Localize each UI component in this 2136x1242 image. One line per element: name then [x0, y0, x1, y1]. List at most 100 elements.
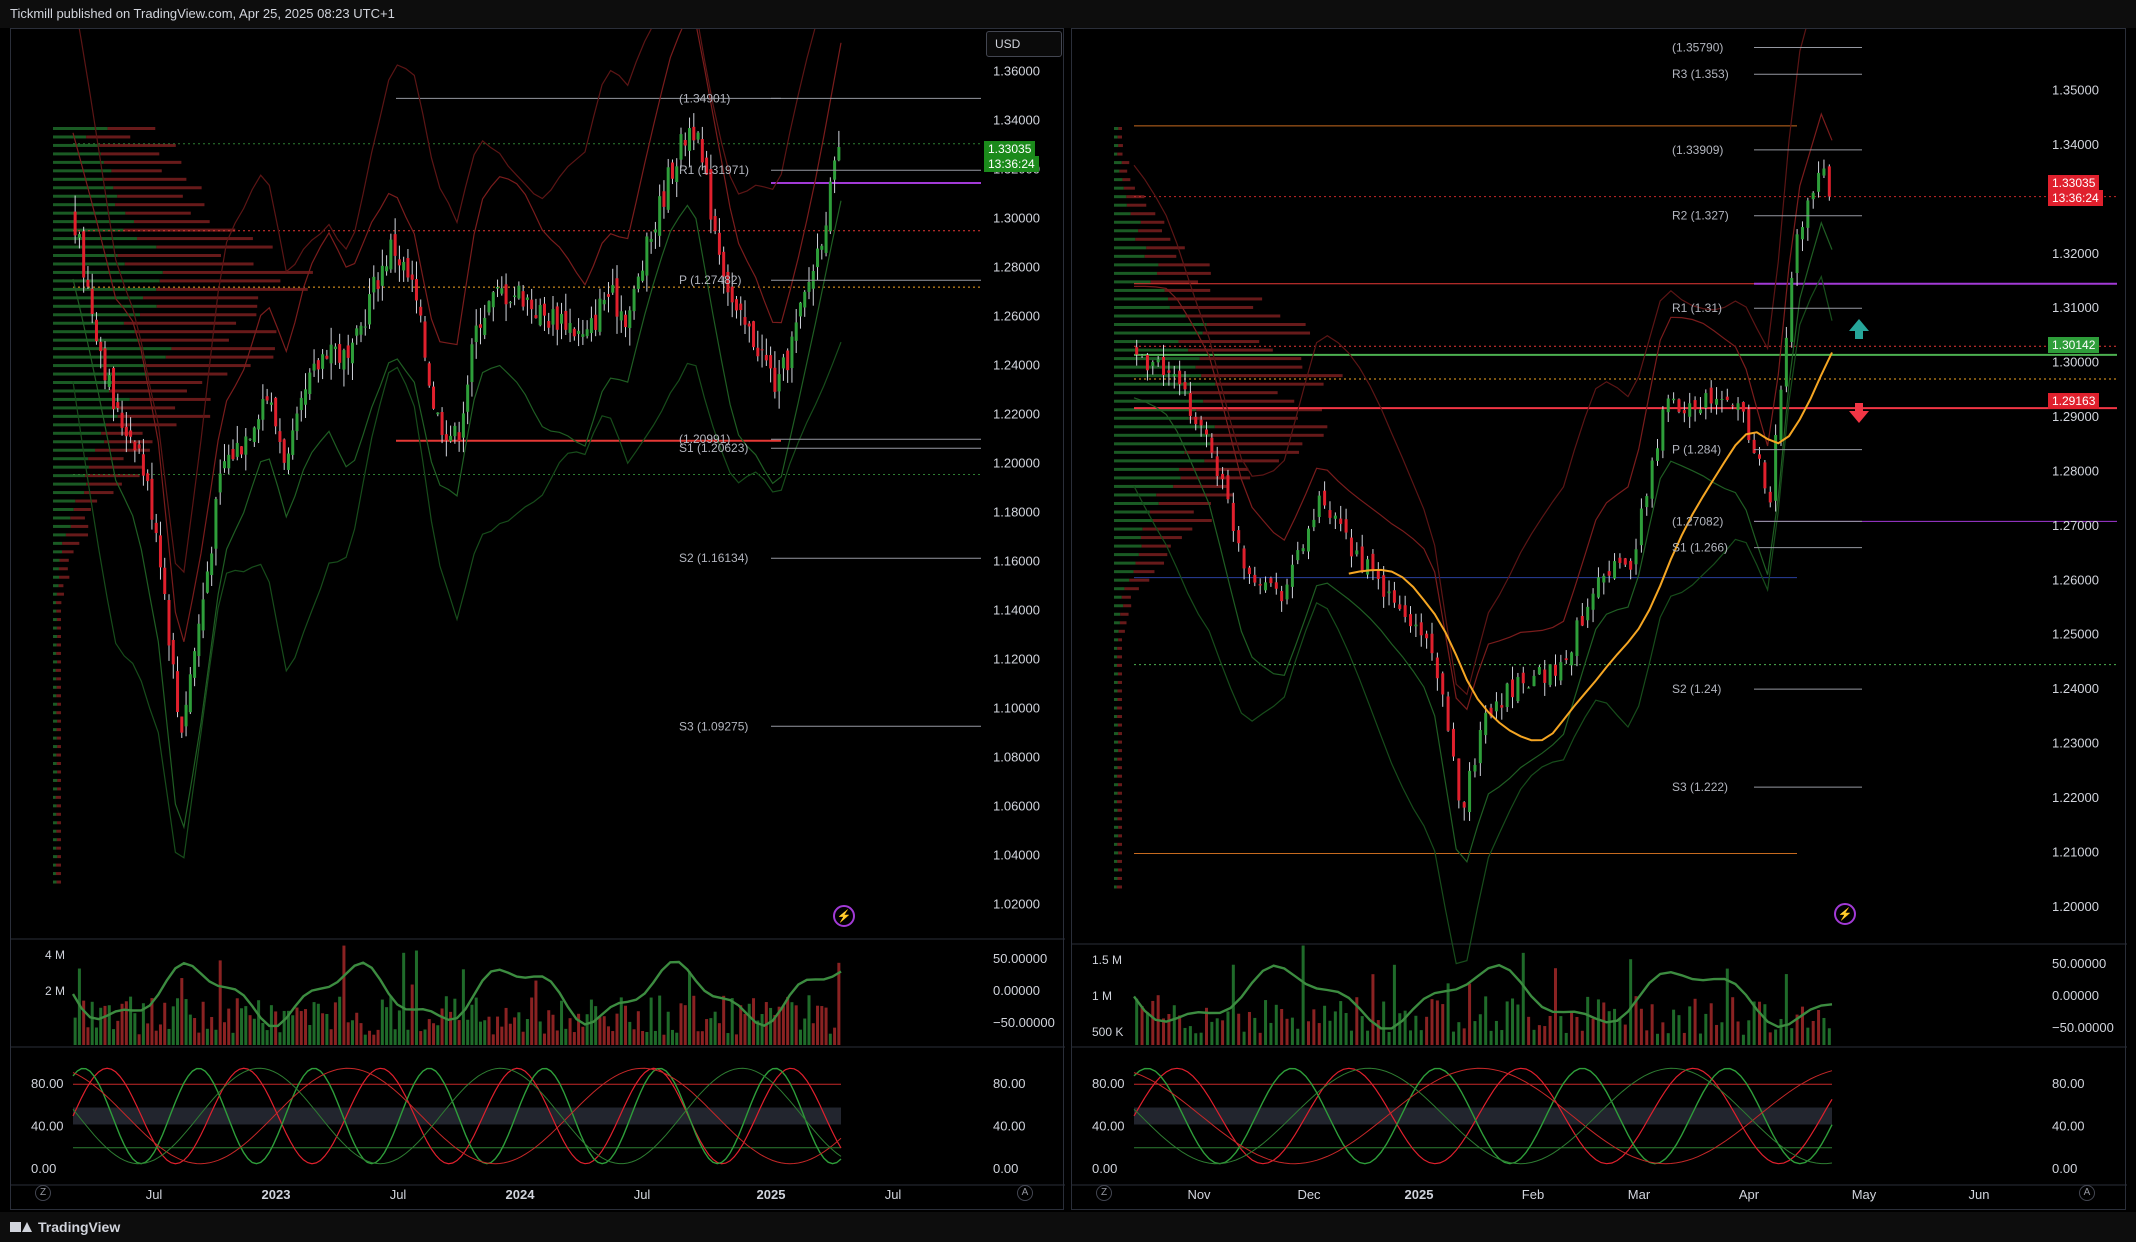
volume-profile-bar [1117, 757, 1122, 761]
candle-body [158, 535, 162, 568]
volume-profile-bar [57, 745, 61, 749]
candle-body [1280, 591, 1284, 602]
candle-body [530, 299, 534, 310]
currency-selector[interactable]: USD [986, 31, 1062, 57]
volume-profile-bar [115, 203, 205, 207]
volume-profile-bar [59, 558, 69, 562]
volume-bar [513, 1017, 517, 1045]
volume-profile-bar [1114, 178, 1123, 182]
candle-body [410, 274, 414, 280]
volume-profile-bar [1117, 817, 1122, 821]
y-axis-tick-label: 1.12000 [993, 652, 1040, 667]
volume-bar [210, 1017, 214, 1045]
auto-scale-button[interactable]: A [1017, 1185, 1033, 1201]
volume-bar [235, 998, 239, 1045]
candle-body [508, 302, 512, 304]
left-chart-canvas[interactable]: (1.34901)R1 (1.31971)P (1.27482)S1 (1.20… [11, 29, 1065, 1211]
candle-body [1312, 519, 1316, 528]
candle-body [1661, 409, 1665, 451]
pivot-label: S3 (1.09275) [679, 719, 748, 733]
volume-bar [722, 995, 726, 1045]
candle-body [205, 571, 209, 593]
volume-profile-bar [1114, 553, 1139, 557]
pivot-label: S3 (1.222) [1672, 780, 1728, 794]
volume-profile-bar [56, 736, 61, 740]
volume-profile-bar [55, 795, 61, 799]
candle-body [807, 281, 811, 292]
volume-bar [1414, 1015, 1418, 1045]
volume-bar [478, 1021, 482, 1045]
candle-body [619, 311, 623, 321]
volume-bar [585, 1014, 589, 1045]
alert-icon[interactable]: ⚡ [1834, 903, 1856, 925]
volume-profile-bar [1114, 127, 1119, 130]
volume-profile-bar [53, 262, 125, 266]
candle-body [1446, 696, 1450, 731]
volume-profile-bar [1114, 135, 1118, 139]
volume-bar [1188, 1026, 1192, 1045]
candle-body [824, 225, 828, 253]
candle-body [534, 315, 538, 319]
volume-profile-bar [56, 618, 61, 622]
volume-profile-bar [1114, 476, 1181, 480]
candle-body [1537, 667, 1541, 675]
volume-bar [602, 1016, 606, 1045]
volume-bar [1366, 1030, 1370, 1045]
volume-profile-bar [1121, 595, 1131, 599]
candle-body [1274, 582, 1278, 589]
volume-profile-bar [53, 838, 57, 842]
volume-profile-bar [1114, 433, 1211, 437]
stochastic-band [73, 1107, 841, 1125]
candle-body [1430, 633, 1434, 654]
right-chart-canvas[interactable]: (1.35790) R3 (1.353) (1.33909) R2 (1.327) R1… [1072, 29, 2127, 1211]
candle-body [611, 285, 615, 293]
right-chart-panel[interactable]: (1.35790) R3 (1.353) (1.33909) R2 (1.327) R1… [1071, 28, 2127, 1211]
candle-body [628, 310, 632, 329]
footer-brand[interactable]: TradingView [38, 1219, 120, 1235]
volume-profile-bar [1114, 587, 1125, 591]
candle-body [568, 323, 572, 333]
volume-profile-bar [100, 152, 160, 156]
left-chart-panel[interactable]: (1.34901) R1 (1.31971) P (1.27482) S1 (1.20… [10, 28, 1065, 1211]
candle-body [1666, 398, 1670, 413]
volume-bar [133, 1013, 137, 1045]
volume-profile-bar [1124, 587, 1139, 591]
candle-body [1151, 362, 1155, 367]
volume-profile-bar [1152, 519, 1212, 523]
volume-profile-bar [1118, 851, 1122, 855]
timezone-button[interactable]: Z [35, 1185, 51, 1201]
volume-profile-bar [1114, 544, 1142, 548]
volume-profile-bar [53, 516, 71, 520]
alert-icon[interactable]: ⚡ [833, 905, 855, 927]
timezone-button[interactable]: Z [1096, 1185, 1112, 1201]
pivot-label: (1.20991) [679, 432, 730, 446]
volume-bar [470, 1004, 474, 1045]
candle-body [470, 344, 474, 383]
candle-body [235, 442, 239, 457]
candle-body [538, 305, 542, 326]
volume-bar [461, 969, 465, 1045]
volume-profile-bar [1114, 391, 1191, 395]
volume-bar [1500, 1030, 1504, 1045]
volume-bar [359, 1023, 363, 1045]
candle-body [120, 412, 124, 428]
x-axis-tick-label: 2025 [1405, 1187, 1434, 1202]
candle-body [564, 310, 568, 330]
volume-bar [828, 1033, 832, 1045]
volume-profile-bar [53, 135, 87, 139]
candle-body [342, 350, 346, 370]
auto-scale-button[interactable]: A [2079, 1185, 2095, 1201]
last-price-tag: 1.33035 [984, 141, 1036, 157]
candle-body [1505, 683, 1509, 708]
volume-profile-bar [53, 745, 58, 749]
volume-profile-bar [1117, 152, 1123, 156]
candle-body [248, 438, 252, 440]
volume-bar [449, 1011, 453, 1045]
volume-bar [129, 996, 133, 1045]
volume-bar [525, 1019, 529, 1045]
volume-profile-bar [1118, 749, 1122, 753]
volume-profile-bar [1114, 629, 1119, 633]
bollinger-band-line [78, 29, 816, 574]
volume-profile-bar [1114, 220, 1141, 224]
volume-profile-bar [1114, 723, 1118, 727]
